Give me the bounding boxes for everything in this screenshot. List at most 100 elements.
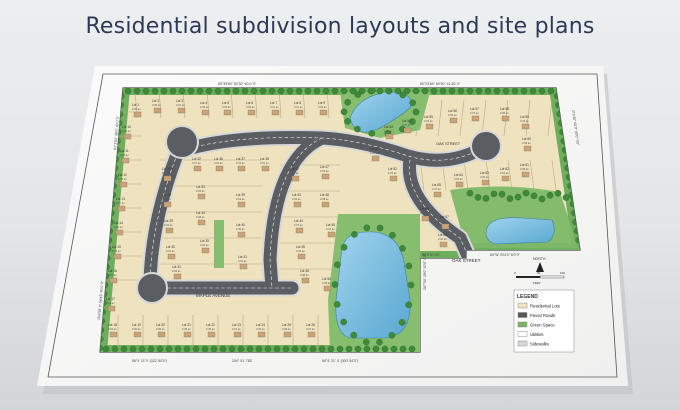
house — [481, 179, 490, 186]
lot-label: Lot 27 — [162, 167, 171, 171]
lot-label: Lot 47 — [320, 165, 329, 169]
lot-area: 0.33 ac. — [108, 273, 118, 277]
lot-label: Lot 16 — [108, 269, 117, 273]
lot-label: Lot 34 — [196, 211, 205, 215]
house — [163, 201, 172, 208]
lot-area: 0.35 ac. — [162, 171, 172, 175]
bearing-bottom-mid: 204°.01' 783' — [232, 359, 253, 363]
lot-area: 0.33 ac. — [320, 169, 330, 173]
house — [301, 277, 310, 284]
street-label-oak: OAK STREET — [452, 258, 481, 263]
house — [471, 115, 480, 122]
lot-label: Lot 23 — [232, 323, 241, 327]
lot-area: 0.35 ac. — [222, 105, 232, 109]
lot-label: Lot 48 — [320, 193, 329, 197]
house — [107, 305, 116, 312]
house — [501, 175, 510, 182]
house — [133, 331, 142, 338]
lot-label: Lot 13 — [116, 197, 125, 201]
lot-label: Lot 9 — [318, 101, 325, 105]
lot-area: 0.39 ac. — [322, 281, 332, 285]
house — [193, 165, 202, 172]
cul-de-sac-sw — [136, 272, 168, 304]
house — [293, 201, 302, 208]
lot-area: 0.34 ac. — [500, 171, 510, 175]
lot-label: Lot 31 — [172, 265, 181, 269]
house — [237, 201, 246, 208]
house — [247, 109, 256, 116]
house — [119, 181, 128, 188]
lot-area: 0.38 ac. — [300, 273, 310, 277]
lot-area: 0.35 ac. — [172, 269, 182, 273]
lot-area: 0.31 ac. — [106, 301, 116, 305]
lot-area: 0.36 ac. — [256, 327, 266, 331]
lot-area: 0.35 ac. — [292, 197, 302, 201]
house — [295, 109, 304, 116]
house — [109, 331, 118, 338]
legend-swatch — [517, 321, 528, 328]
lot-area: 0.34 ac. — [440, 219, 450, 223]
lot-label: Lot 45 — [296, 245, 305, 249]
lot-area: 0.34 ac. — [290, 171, 300, 175]
lot-label: Lot 18 — [108, 323, 117, 327]
legend-item-label: Paved Roads — [530, 313, 555, 318]
lot-area: 0.31 ac. — [232, 327, 242, 331]
lot-label: Lot 41 — [238, 255, 247, 259]
lot-area: 0.29 ac. — [318, 105, 328, 109]
lot-label: Lot 36 — [214, 157, 223, 161]
lot-area: 0.34 ac. — [424, 119, 434, 123]
lot-label: Lot 8 — [294, 101, 301, 105]
lot-label: Lot 3 — [176, 99, 183, 103]
lot-area: 0.38 ac. — [320, 197, 330, 201]
lot-area: 0.35 ac. — [156, 327, 166, 331]
bearing-top-left: 80°39'60" 82'30" 60.0 '0" — [218, 82, 257, 86]
lot-label: Lot 62 — [500, 167, 509, 171]
lot-label: Lot 51 — [370, 147, 379, 151]
svg-text:NORTH: NORTH — [533, 257, 546, 261]
lot-label: Lot 30 — [166, 245, 175, 249]
lot-area: 0.38 ac. — [196, 215, 206, 219]
lot-area: 0.38 ac. — [520, 167, 530, 171]
house — [157, 331, 166, 338]
legend-item-label: Utilities — [530, 332, 544, 337]
bearing-top-right: 80°23'60" 60'30" 41.50 '0" — [420, 82, 461, 86]
lot-label: Lot 39 — [236, 193, 245, 197]
house — [327, 231, 336, 238]
legend-item-label: Green Space — [530, 322, 555, 327]
cul-de-sac-nw — [165, 125, 199, 159]
lot-area: 0.31 ac. — [260, 161, 270, 165]
lot-area: 0.35 ac. — [196, 189, 206, 193]
lot-area: 0.34 ac. — [176, 103, 186, 107]
lot-label: Lot 53 — [384, 125, 393, 129]
house — [323, 285, 332, 292]
lot-area: 0.36 ac. — [200, 105, 210, 109]
lot-area: 0.30 ac. — [132, 327, 142, 331]
house — [291, 175, 300, 182]
lot-area: 0.35 ac. — [454, 177, 464, 181]
lot-label: Lot 10 — [122, 125, 131, 129]
lot-label: Lot 68 — [438, 233, 447, 237]
lot-label: Lot 1 — [132, 103, 139, 107]
legend-swatch — [517, 340, 528, 347]
house — [113, 253, 122, 260]
lot-label: Lot 11 — [120, 149, 129, 153]
lot-label: Lot 28 — [162, 193, 171, 197]
cul-de-sac-e — [470, 130, 502, 162]
lot-label: Lot 17 — [106, 297, 115, 301]
lot-label: Lot 57 — [470, 107, 479, 111]
lot-label: Lot 15 — [112, 245, 121, 249]
lot-area: 0.37 ac. — [294, 223, 304, 227]
street-label-maple: MAPLE AVENUE — [196, 293, 230, 298]
house — [321, 201, 330, 208]
lot-area: 0.30 ac. — [122, 129, 132, 133]
lot-label: Lot 2 — [152, 99, 159, 103]
house — [425, 123, 434, 130]
lot-label: Lot 59 — [520, 115, 529, 119]
lot-area: 0.33 ac. — [108, 327, 118, 331]
house — [197, 219, 206, 226]
lot-label: Lot 52 — [388, 167, 397, 171]
lot-area: 0.35 ac. — [402, 123, 412, 127]
house — [297, 253, 306, 260]
lot-area: 0.36 ac. — [132, 107, 142, 111]
lot-label: Lot 58 — [500, 107, 509, 111]
